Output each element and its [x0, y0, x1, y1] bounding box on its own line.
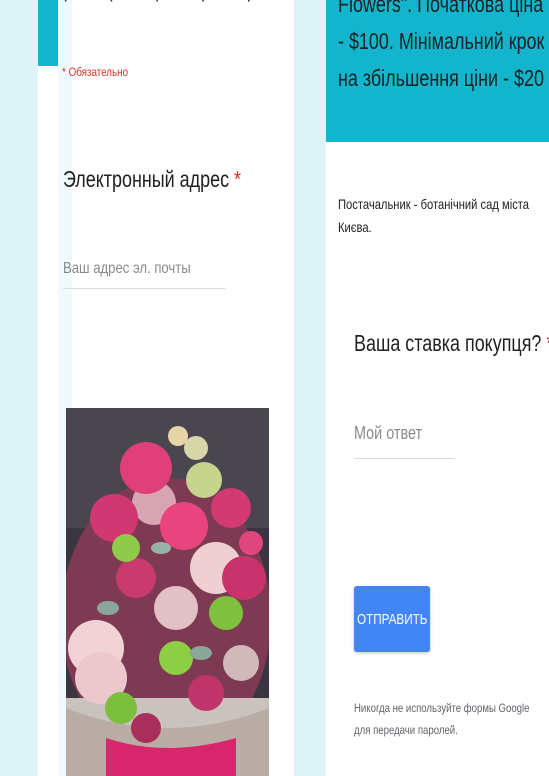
email-question-title: Электронный адрес *	[63, 166, 241, 193]
form-header-banner: Flowers". Початкова ціна - $100. Мінімал…	[326, 0, 549, 142]
bid-question-label: Ваша ставка покупця?	[354, 330, 542, 356]
flower-bouquet-image	[66, 408, 269, 776]
email-field[interactable]	[63, 260, 226, 289]
cropped-top-text: · · · · ·	[63, 0, 270, 9]
required-note: * Обязательно	[62, 65, 129, 79]
submit-button-label: ОТПРАВИТЬ	[356, 610, 428, 628]
left-form-panel: · · · · · * Обязательно Электронный адре…	[38, 0, 294, 776]
right-form-panel: Flowers". Початкова ціна - $100. Мінімал…	[326, 0, 549, 776]
form-description: Постачальник - ботанічний сад міста Києв…	[338, 196, 530, 235]
form-header-text: Flowers". Початкова ціна - $100. Мінімал…	[338, 0, 545, 91]
submit-button[interactable]: ОТПРАВИТЬ	[354, 586, 430, 652]
bid-question-title: Ваша ставка покупця? *	[354, 330, 549, 357]
required-asterisk: *	[234, 166, 242, 192]
password-warning-note: Никогда не используйте формы Google для …	[354, 701, 530, 737]
left-form-accent-bar	[38, 0, 58, 66]
email-question-label: Электронный адрес	[63, 166, 230, 192]
bid-answer-field[interactable]	[354, 423, 455, 459]
